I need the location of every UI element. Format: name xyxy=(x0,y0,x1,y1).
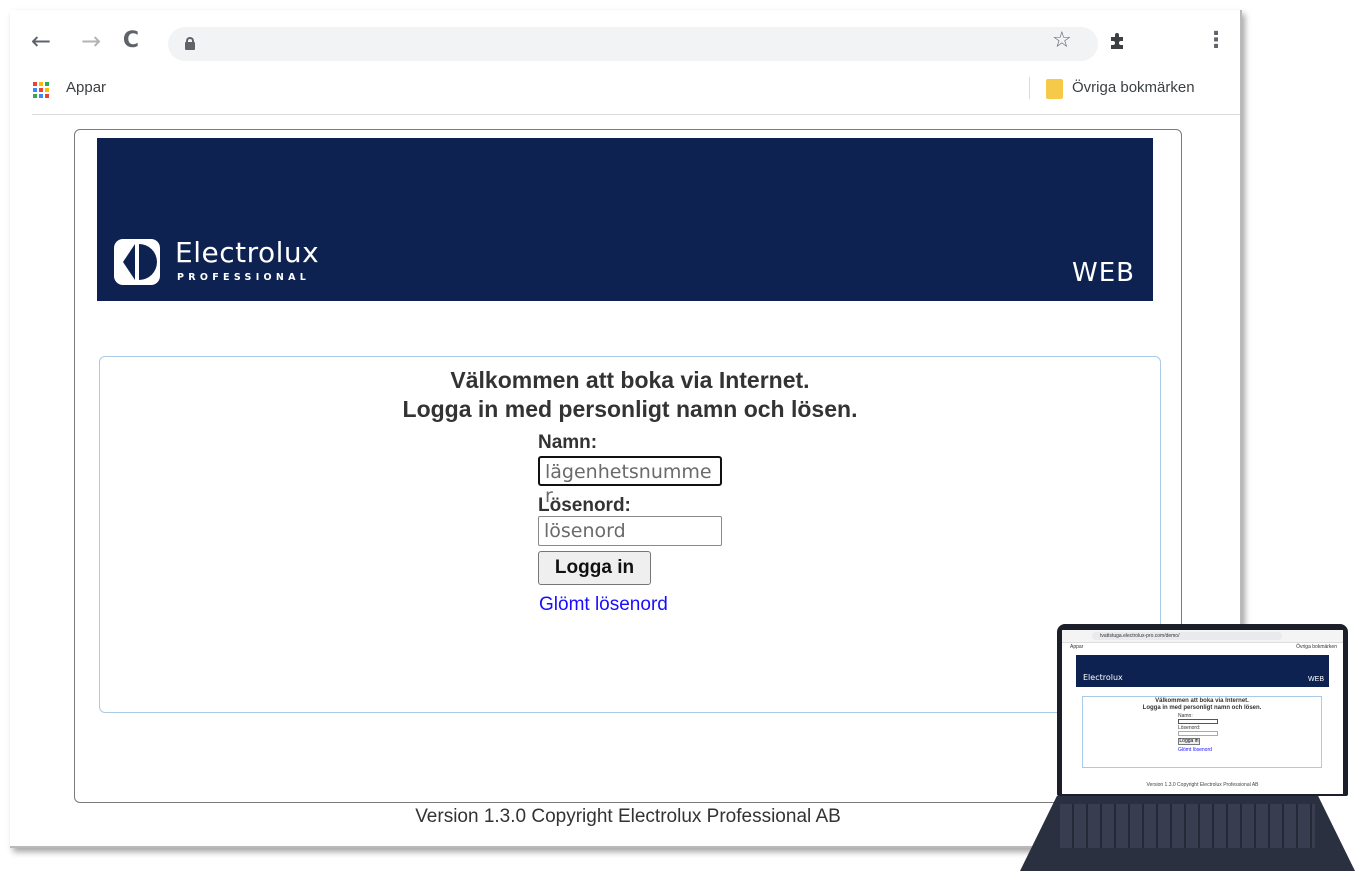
bookmarks-bar-divider xyxy=(32,114,1240,115)
welcome-line-2: Logga in med personligt namn och lösen. xyxy=(402,396,858,422)
other-bookmarks-label[interactable]: Övriga bokmärken xyxy=(1072,79,1195,96)
logo-name: Electrolux xyxy=(175,236,320,269)
name-input[interactable]: lägenhetsnummer xyxy=(538,456,722,507)
mini-password-input xyxy=(1178,731,1218,736)
bookmark-star-icon[interactable]: ☆ xyxy=(1052,28,1072,54)
mini-forgot-link: Glömt lösenord xyxy=(1178,747,1212,753)
laptop-screen: tvattstuga.electrolux-pro.com/demo/ Appa… xyxy=(1062,630,1343,794)
browser-toolbar: ← → C ☆ ⋮ xyxy=(10,10,1240,74)
password-placeholder: lösenord xyxy=(544,520,626,542)
footer-copyright: Version 1.3.0 Copyright Electrolux Profe… xyxy=(415,806,841,827)
mini-welcome-line-1: Välkommen att boka via Internet. xyxy=(1155,698,1249,704)
mini-name-input xyxy=(1178,719,1218,724)
extensions-puzzle-icon[interactable] xyxy=(1108,31,1128,51)
lock-icon xyxy=(185,37,195,50)
address-bar[interactable] xyxy=(168,27,1098,61)
laptop-mockup: tvattstuga.electrolux-pro.com/demo/ Appa… xyxy=(1020,624,1355,871)
product-label: WEB xyxy=(1072,258,1135,288)
bookmarks-separator xyxy=(1029,77,1030,99)
welcome-line-1: Välkommen att boka via Internet. xyxy=(450,367,810,393)
login-button[interactable]: Logga in xyxy=(538,551,651,585)
forward-icon[interactable]: → xyxy=(78,28,104,54)
mini-web-label: WEB xyxy=(1308,676,1324,683)
header-banner: Electrolux PROFESSIONAL WEB xyxy=(97,138,1153,301)
mini-login-button: Logga in xyxy=(1178,738,1200,745)
electrolux-logo-icon xyxy=(114,239,160,285)
apps-grid-icon[interactable] xyxy=(33,82,49,98)
password-label: Lösenord: xyxy=(538,495,631,516)
password-input[interactable]: lösenord xyxy=(538,516,722,546)
logo-subtitle: PROFESSIONAL xyxy=(177,272,311,283)
stage: ← → C ☆ ⋮ Appar Övriga bokmärken Electro… xyxy=(0,0,1355,871)
mini-footer: Version 1.3.0 Copyright Electrolux Profe… xyxy=(1146,782,1259,788)
forgot-password-link[interactable]: Glömt lösenord xyxy=(539,594,668,616)
mini-welcome: Välkommen att boka via Internet. Logga i… xyxy=(1082,698,1322,712)
mini-welcome-line-2: Logga in med personligt namn och lösen. xyxy=(1142,705,1262,711)
laptop-keyboard xyxy=(1060,804,1315,848)
welcome-heading: Välkommen att boka via Internet. Logga i… xyxy=(99,366,1161,424)
back-icon[interactable]: ← xyxy=(28,28,54,54)
apps-bookmark-label[interactable]: Appar xyxy=(66,79,106,96)
reload-icon[interactable]: C xyxy=(118,28,144,54)
folder-icon[interactable] xyxy=(1046,79,1063,99)
mini-address-bar: tvattstuga.electrolux-pro.com/demo/ xyxy=(1092,632,1282,640)
mini-other-bookmarks: Övriga bokmärken xyxy=(1296,644,1337,650)
mini-browser-toolbar: tvattstuga.electrolux-pro.com/demo/ xyxy=(1062,630,1343,643)
name-label: Namn: xyxy=(538,432,598,453)
mini-apps-label: Appar xyxy=(1070,644,1084,650)
browser-menu-icon[interactable]: ⋮ xyxy=(1205,28,1227,54)
mini-banner: Electrolux WEB xyxy=(1076,655,1329,687)
mini-logo: Electrolux xyxy=(1083,673,1123,682)
